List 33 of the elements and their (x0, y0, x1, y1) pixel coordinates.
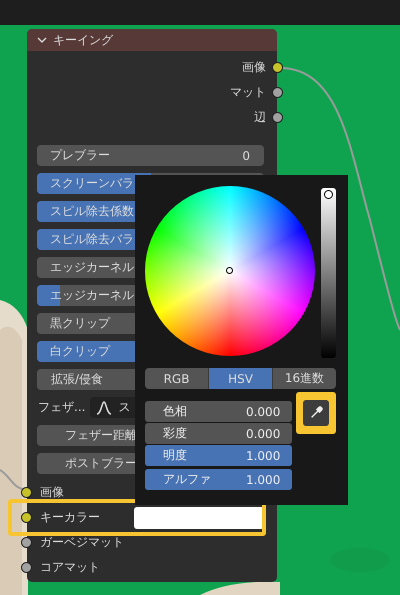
value-field[interactable]: 色相 0.000 (145, 401, 292, 422)
curve-icon (96, 400, 112, 414)
eyedropper-button[interactable] (303, 400, 330, 426)
value-field[interactable]: 彩度 0.000 (145, 423, 292, 444)
color-swatch[interactable] (134, 507, 264, 529)
node-title: キーイング (53, 32, 113, 48)
wheel-cursor[interactable] (226, 267, 233, 274)
output-label: 画像 (242, 59, 266, 76)
input-label: 画像 (40, 484, 64, 501)
socket-icon[interactable] (272, 112, 283, 123)
dropdown-label: フェザ... (37, 399, 86, 416)
input-label: コアマット (40, 559, 100, 576)
slider[interactable]: プレブラー 0 (37, 145, 264, 166)
socket-icon[interactable] (21, 562, 32, 573)
node-header[interactable]: キーイング (27, 29, 277, 51)
socket-icon[interactable] (272, 62, 283, 73)
output-label: マット (230, 84, 266, 101)
socket-icon[interactable] (272, 87, 283, 98)
dropdown-value: ス (118, 399, 130, 416)
value-field[interactable]: 明度 1.000 (145, 445, 292, 466)
input-label: ガーベジマット (40, 534, 124, 551)
output-label: 辺 (254, 109, 266, 126)
mode-tab[interactable]: RGB (145, 368, 209, 389)
eyedropper-icon (309, 406, 324, 420)
value-field[interactable]: アルファ 1.000 (145, 469, 292, 490)
mode-tab[interactable]: 16進数 (273, 368, 336, 389)
value-slider[interactable] (321, 188, 336, 358)
socket-icon[interactable] (21, 487, 32, 498)
input-label: キーカラー (40, 509, 100, 526)
chevron-icon[interactable] (37, 35, 47, 45)
mode-tab[interactable]: HSV (209, 368, 273, 389)
socket-icon[interactable] (21, 537, 32, 548)
socket-icon[interactable] (21, 512, 32, 523)
